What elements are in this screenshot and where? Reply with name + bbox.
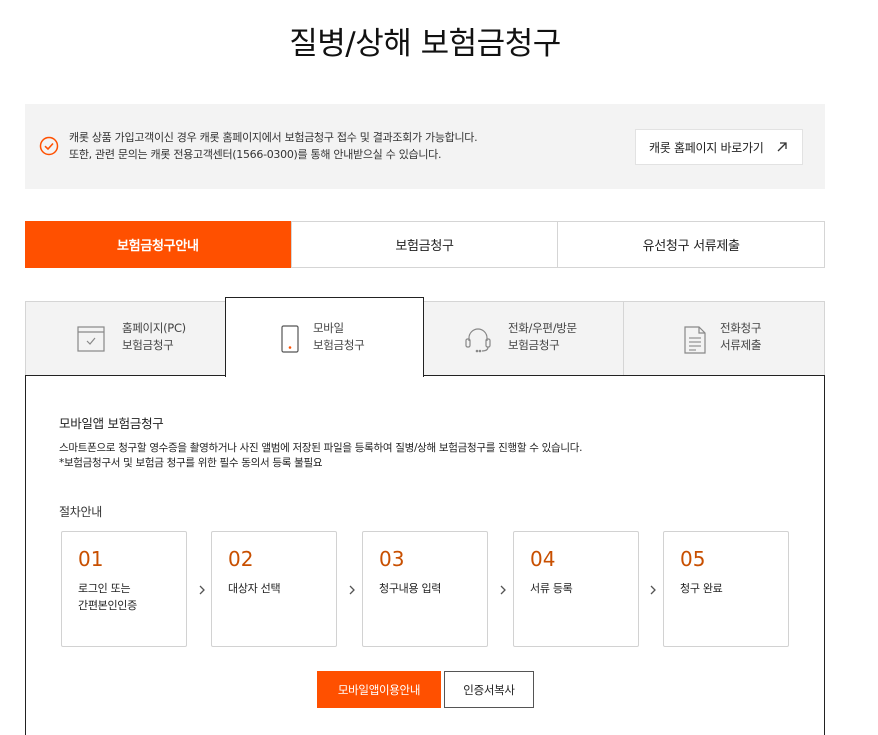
page-title: 질병/상해 보험금청구	[289, 26, 561, 62]
subtab-homepage-line1: 홈페이지(PC)	[122, 321, 186, 335]
subtab-mobile-label: 모바일 보험금청구	[313, 320, 365, 354]
step-card: 04 서류 등록	[513, 531, 639, 647]
carrot-homepage-link[interactable]: 캐롯 홈페이지 바로가기	[635, 129, 803, 165]
subtab-phone-line1: 전화/우편/방문	[508, 321, 577, 335]
step-number: 01	[78, 547, 104, 571]
chevron-right-icon	[650, 585, 656, 595]
notice-line-2: 또한, 관련 문의는 캐롯 전용고객센터(1566-0300)를 통해 안내받으…	[69, 148, 442, 161]
sub-tabs: 홈페이지(PC) 보험금청구 모바일 보험금청구 전화/우편/방문 보험금청구	[25, 297, 825, 377]
subtab-mobile-line2: 보험금청구	[313, 338, 365, 352]
notice-line-1: 캐롯 상품 가입고객이신 경우 캐롯 홈페이지에서 보험금청구 접수 및 결과조…	[69, 131, 478, 144]
subtab-homepage-label: 홈페이지(PC) 보험금청구	[122, 320, 186, 354]
step-label: 로그인 또는 간편본인인증	[78, 580, 137, 614]
subtab-phone-label: 전화/우편/방문 보험금청구	[508, 320, 577, 354]
step-number: 04	[530, 547, 556, 571]
subtab-phone-mail-visit[interactable]: 전화/우편/방문 보험금청구	[423, 301, 624, 376]
subtab-mobile[interactable]: 모바일 보험금청구	[225, 297, 424, 377]
subtab-mobile-line1: 모바일	[313, 321, 344, 335]
main-tabs: 보험금청구안내 보험금청구 유선청구 서류제출	[25, 221, 825, 268]
mobile-app-guide-button[interactable]: 모바일앱이용안내	[317, 671, 441, 708]
panel-desc-line-2: *보험금청구서 및 보험금 청구를 위한 필수 동의서 등록 불필요	[59, 457, 323, 469]
step-label: 서류 등록	[530, 580, 573, 597]
monitor-icon	[77, 326, 105, 352]
step-label-line1: 대상자 선택	[228, 582, 281, 595]
tab-claim[interactable]: 보험금청구	[290, 222, 558, 267]
panel-desc-line-1: 스마트폰으로 청구할 영수증을 촬영하거나 사진 앨범에 저장된 파일을 등록하…	[59, 442, 583, 454]
chevron-right-icon	[500, 585, 506, 595]
step-label: 청구 완료	[680, 580, 723, 597]
subtab-documents-line1: 전화청구	[720, 321, 762, 335]
check-circle-icon	[39, 136, 59, 156]
step-card: 05 청구 완료	[663, 531, 789, 647]
steps-title: 절차안내	[59, 505, 102, 519]
step-label-line2: 간편본인인증	[78, 599, 137, 612]
subtab-homepage-pc[interactable]: 홈페이지(PC) 보험금청구	[25, 301, 226, 376]
headset-icon	[465, 328, 491, 353]
notice-box: 캐롯 상품 가입고객이신 경우 캐롯 홈페이지에서 보험금청구 접수 및 결과조…	[25, 104, 825, 189]
step-label: 대상자 선택	[228, 580, 281, 597]
tab-phone-document-submit[interactable]: 유선청구 서류제출	[557, 222, 824, 267]
arrow-up-right-icon	[777, 142, 787, 152]
notice-text: 캐롯 상품 가입고객이신 경우 캐롯 홈페이지에서 보험금청구 접수 및 결과조…	[69, 129, 478, 163]
subtab-phone-claim-documents[interactable]: 전화청구 서류제출	[623, 301, 825, 376]
step-label-line1: 로그인 또는	[78, 582, 131, 595]
step-label-line1: 청구 완료	[680, 582, 723, 595]
step-number: 03	[379, 547, 405, 571]
chevron-right-icon	[349, 585, 355, 595]
step-label-line1: 서류 등록	[530, 582, 573, 595]
panel-title: 모바일앱 보험금청구	[59, 416, 164, 431]
mobile-claim-panel: 모바일앱 보험금청구 스마트폰으로 청구할 영수증을 촬영하거나 사진 앨범에 …	[25, 375, 825, 735]
homepage-link-label: 캐롯 홈페이지 바로가기	[649, 140, 764, 155]
subtab-homepage-line2: 보험금청구	[122, 338, 174, 352]
smartphone-icon	[281, 325, 299, 353]
step-card: 03 청구내용 입력	[362, 531, 488, 647]
subtab-phone-line2: 보험금청구	[508, 338, 560, 352]
subtab-documents-label: 전화청구 서류제출	[720, 320, 761, 354]
document-icon	[684, 326, 706, 354]
step-card: 01 로그인 또는 간편본인인증	[61, 531, 187, 647]
step-number: 05	[680, 547, 706, 571]
step-number: 02	[228, 547, 254, 571]
step-label-line1: 청구내용 입력	[379, 582, 442, 595]
certificate-copy-button[interactable]: 인증서복사	[444, 671, 534, 708]
step-label: 청구내용 입력	[379, 580, 441, 597]
chevron-right-icon	[199, 585, 205, 595]
panel-description: 스마트폰으로 청구할 영수증을 촬영하거나 사진 앨범에 저장된 파일을 등록하…	[59, 441, 582, 471]
subtab-documents-line2: 서류제출	[720, 338, 762, 352]
step-card: 02 대상자 선택	[211, 531, 337, 647]
tab-claim-guide[interactable]: 보험금청구안내	[25, 221, 291, 268]
